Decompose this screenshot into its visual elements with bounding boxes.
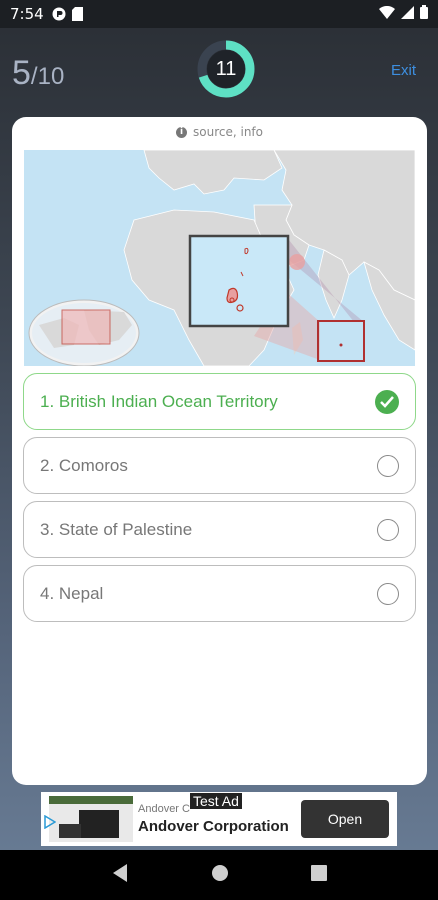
- map-image: [24, 150, 415, 366]
- answer-option-3[interactable]: 3. State of Palestine: [23, 501, 416, 558]
- answer-option-2[interactable]: 2. Comoros: [23, 437, 416, 494]
- ad-product-image: [49, 796, 133, 842]
- ad-open-button[interactable]: Open: [301, 800, 389, 838]
- back-icon[interactable]: [111, 863, 129, 887]
- ad-choices-icon[interactable]: [44, 814, 57, 833]
- answer-label: 1. British Indian Ocean Territory: [40, 391, 278, 411]
- wifi-icon: [379, 5, 395, 23]
- notification-icon: [52, 7, 66, 21]
- source-label: source, info: [193, 125, 263, 139]
- signal-icon: [401, 5, 414, 23]
- radio-circle-icon: [377, 582, 399, 605]
- answer-label: 2. Comoros: [40, 455, 128, 475]
- status-time: 7:54: [10, 5, 44, 23]
- system-nav-bar: [0, 850, 438, 900]
- status-bar: 7:54: [0, 0, 438, 28]
- score-total: /10: [30, 63, 65, 90]
- recents-icon[interactable]: [311, 865, 327, 885]
- sd-card-icon: [71, 7, 83, 21]
- score-current: 5: [12, 54, 31, 92]
- score-counter: 5/10: [12, 54, 64, 93]
- answer-options: 1. British Indian Ocean Territory 2. Com…: [23, 373, 416, 629]
- exit-button[interactable]: Exit: [391, 62, 416, 79]
- countdown-timer: 11: [197, 40, 255, 98]
- timer-value: 11: [215, 57, 237, 80]
- quiz-header: 5/10 11 Exit: [0, 40, 438, 104]
- question-card: i source, info 1. British Indian Ocean T…: [12, 117, 427, 785]
- ad-banner[interactable]: Andover C Test Ad Andover Corporation Op…: [41, 792, 397, 846]
- radio-circle-icon: [377, 518, 399, 541]
- locator-map: [24, 150, 415, 366]
- home-icon[interactable]: [211, 864, 229, 886]
- ad-advertiser-small: Andover C: [138, 803, 190, 815]
- battery-icon: [420, 5, 428, 23]
- info-icon: i: [176, 126, 187, 138]
- ad-test-tag: Test Ad: [190, 793, 242, 809]
- answer-option-1[interactable]: 1. British Indian Ocean Territory: [23, 373, 416, 430]
- source-info-link[interactable]: i source, info: [12, 125, 427, 139]
- answer-option-4[interactable]: 4. Nepal: [23, 565, 416, 622]
- answer-label: 4. Nepal: [40, 583, 104, 603]
- checkmark-icon: [375, 389, 399, 414]
- answer-label: 3. State of Palestine: [40, 519, 193, 539]
- radio-circle-icon: [377, 454, 399, 477]
- ad-title: Andover Corporation: [138, 818, 289, 835]
